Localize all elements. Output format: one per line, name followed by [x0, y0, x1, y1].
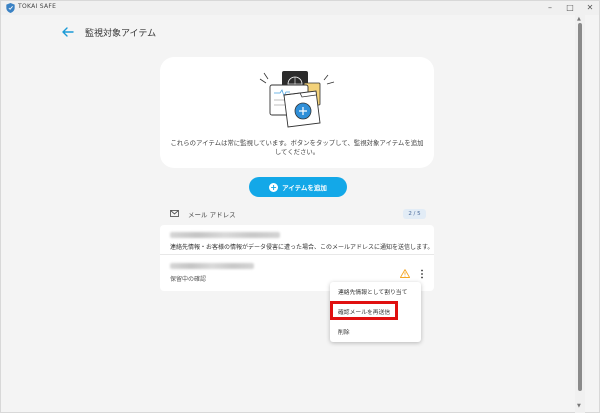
email-count-badge: 2 / 5 — [403, 209, 426, 219]
add-item-label: アイテムを追加 — [282, 184, 327, 192]
minimize-button[interactable]: – — [541, 2, 559, 14]
hero-card: これらのアイテムは常に監視しています。ボタンをタップして、監視対象アイテムを追加… — [160, 57, 434, 168]
plus-circle-icon: + — [269, 182, 279, 192]
more-options-icon[interactable] — [419, 269, 425, 279]
menu-item-delete[interactable]: 削除 — [338, 327, 350, 336]
list-item[interactable]: 連絡先情報・お客様の情報がデータ侵害に遭った場合、このメールアドレスに通知を送信… — [160, 225, 434, 255]
scrollbar-thumb[interactable] — [578, 23, 582, 391]
add-item-button[interactable]: + アイテムを追加 — [249, 177, 347, 197]
close-button[interactable]: ✕ — [581, 2, 599, 14]
email-section-title: メール アドレス — [188, 211, 236, 219]
shield-icon — [6, 3, 15, 13]
title-bar: TOKAI SAFE – □ ✕ — [1, 1, 599, 15]
scroll-up-icon[interactable]: ▲ — [577, 16, 581, 22]
blurred-email-address — [170, 263, 254, 269]
email-item-description: 連絡先情報・お客様の情報がデータ侵害に遭った場合、このメールアドレスに通知を送信… — [170, 244, 434, 251]
blurred-email-address — [170, 232, 280, 238]
app-window: TOKAI SAFE – □ ✕ 監視対象アイテム これらのアイテムは常に監視し… — [0, 0, 600, 413]
back-arrow-icon[interactable] — [59, 23, 77, 41]
app-title: TOKAI SAFE — [18, 3, 57, 10]
scroll-down-icon[interactable]: ▼ — [577, 403, 581, 409]
highlight-box — [330, 301, 398, 320]
monitoring-illustration — [259, 71, 335, 128]
email-item-status: 保留中の確認 — [170, 276, 207, 283]
mail-icon — [170, 210, 179, 217]
maximize-button[interactable]: □ — [561, 2, 579, 14]
warning-icon — [400, 269, 410, 278]
menu-item-assign-contact[interactable]: 連絡先情報として割り当て — [338, 287, 407, 296]
hero-message: これらのアイテムは常に監視しています。ボタンをタップして、監視対象アイテムを追加… — [170, 139, 424, 156]
page-title: 監視対象アイテム — [85, 29, 157, 39]
email-section-header: メール アドレス 2 / 5 — [170, 209, 426, 221]
